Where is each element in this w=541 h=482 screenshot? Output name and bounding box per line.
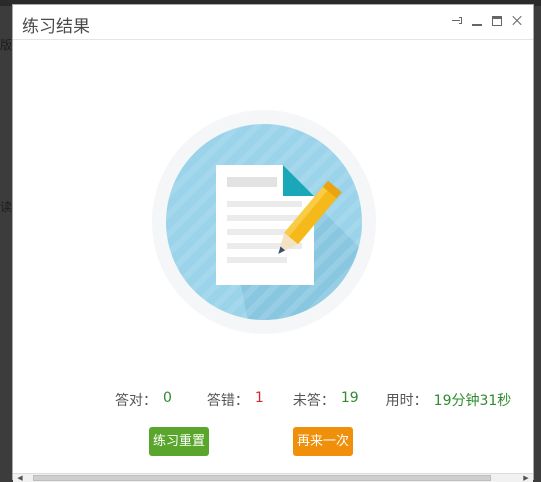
time-value: 19分钟31秒 <box>433 393 512 409</box>
correct-label: 答对： <box>115 393 157 409</box>
pin-icon[interactable] <box>451 15 463 27</box>
horizontal-scrollbar[interactable]: ◀ ▶ <box>13 473 533 482</box>
time-label: 用时： <box>385 393 428 409</box>
scrollbar-thumb[interactable] <box>33 475 491 481</box>
correct-stat: 答对： 0 <box>115 390 172 410</box>
wrong-label: 答错： <box>206 393 249 409</box>
dialog-title: 练习结果 <box>22 17 90 37</box>
background-fragment: 版 <box>0 38 13 52</box>
close-icon[interactable] <box>511 15 523 27</box>
try-again-button[interactable]: 再来一次 <box>293 427 353 456</box>
minimize-icon[interactable] <box>471 15 483 27</box>
correct-count: 0 <box>163 390 172 406</box>
scroll-right-icon[interactable]: ▶ <box>521 474 531 482</box>
time-stat: 用时： 19分钟31秒 <box>386 390 512 410</box>
maximize-icon[interactable] <box>491 15 503 27</box>
result-stats: 答对： 0 答错： 1 未答： 19 用时： 19分钟31秒 <box>115 390 511 410</box>
background-fragment: 读 <box>0 200 13 214</box>
reset-practice-button[interactable]: 练习重置 <box>149 427 209 456</box>
wrong-count: 1 <box>254 390 264 406</box>
result-dialog: 练习结果 答对： 0 答错： 1 未答： 19 用时： 19分钟31秒 练习重置… <box>12 4 534 482</box>
wrong-stat: 答错： 1 <box>207 390 264 410</box>
unanswered-count: 19 <box>340 390 359 406</box>
window-controls <box>451 15 523 27</box>
document-pencil-illustration <box>152 110 376 334</box>
scroll-left-icon[interactable]: ◀ <box>15 474 25 482</box>
dialog-titlebar: 练习结果 <box>13 5 533 40</box>
unanswered-label: 未答： <box>292 393 335 409</box>
unanswered-stat: 未答： 19 <box>293 390 359 410</box>
